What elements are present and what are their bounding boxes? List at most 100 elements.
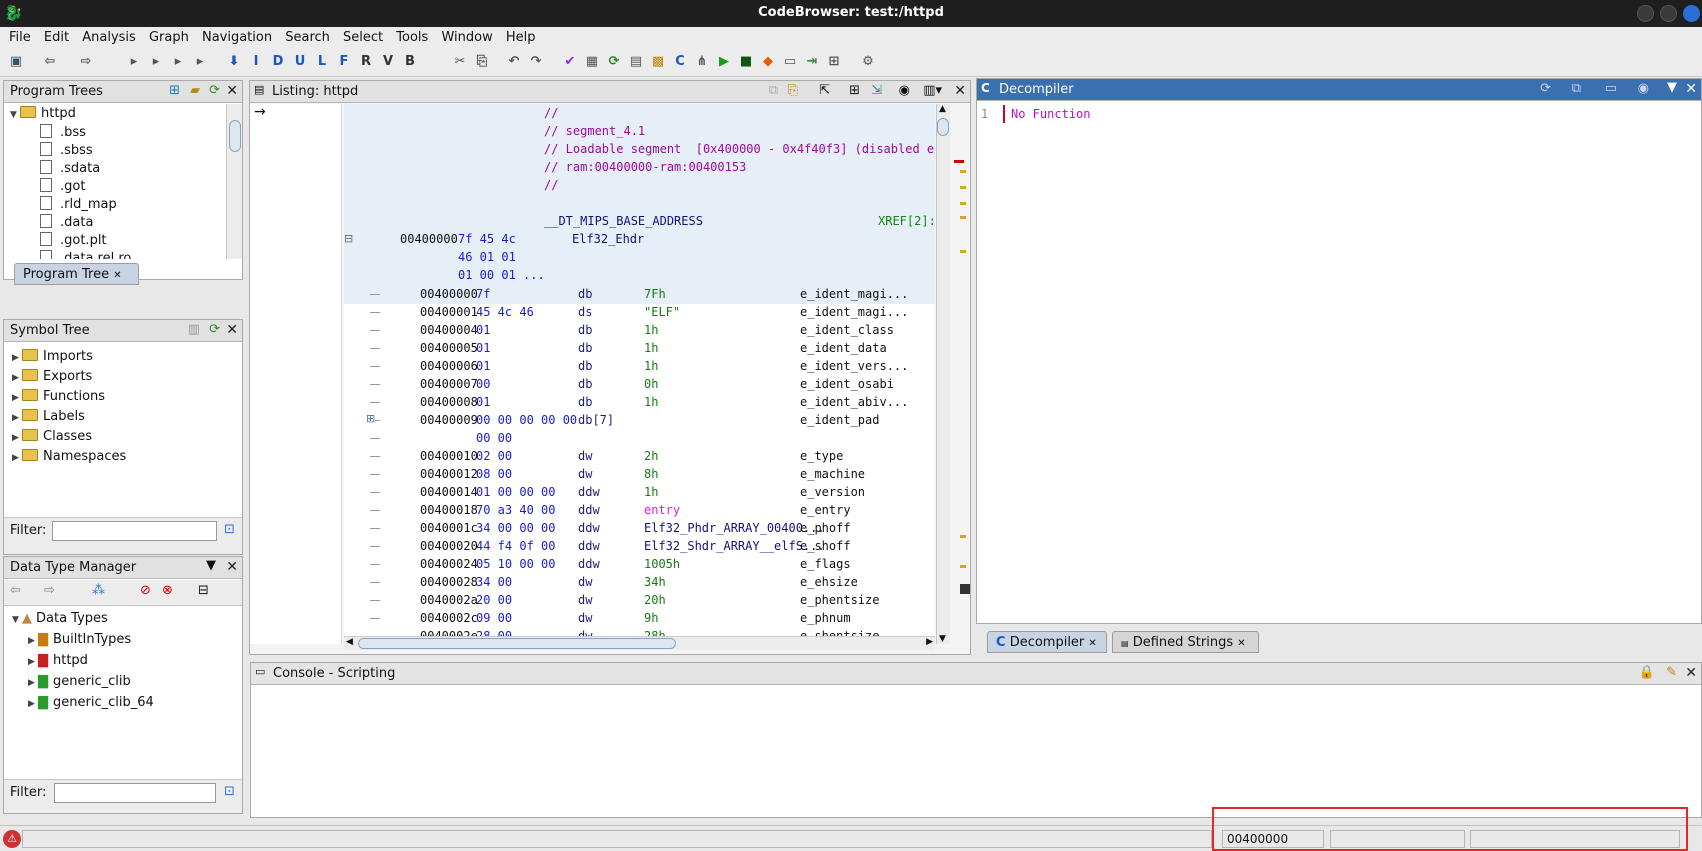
listing-row[interactable]: 0040002a 20 00 dw 20h e_phentsize: [344, 592, 935, 610]
nav-defined-data-icon[interactable]: D: [270, 54, 286, 70]
memory-icon[interactable]: ▤: [628, 54, 644, 70]
collapse-icon[interactable]: ⊟: [344, 232, 353, 245]
close-window-button[interactable]: [1683, 5, 1700, 22]
cursor-icon[interactable]: ⇱: [819, 83, 830, 98]
copy-icon[interactable]: ⧉: [1572, 81, 1581, 96]
tree-item[interactable]: .data: [40, 214, 93, 232]
nav-undefined-icon[interactable]: ▸: [148, 54, 164, 70]
close-tab-icon[interactable]: ✕: [1088, 638, 1096, 649]
tree-item[interactable]: .data.rel.ro: [40, 250, 131, 259]
nav-value-icon[interactable]: V: [380, 54, 396, 70]
copy-icon[interactable]: ⧉: [769, 83, 778, 98]
nav-function-f-icon[interactable]: F: [336, 54, 352, 70]
export-icon[interactable]: ⇥: [804, 54, 820, 70]
listing-row[interactable]: 0040001c 34 00 00 00 ddw Elf32_Phdr_ARRAY_0…: [344, 520, 935, 538]
menu-dropdown-icon[interactable]: ▼: [1667, 80, 1677, 95]
close-icon[interactable]: ✕: [1685, 665, 1697, 681]
listing-row[interactable]: 00400024 05 10 00 00 ddw 1005h e_flags: [344, 556, 935, 574]
bookmark-icon[interactable]: ◆: [760, 54, 776, 70]
tree-item[interactable]: .got: [40, 178, 85, 196]
clear-icon[interactable]: ✎: [1666, 665, 1677, 680]
listing-row[interactable]: 00400020 44 f4 0f 00 ddw Elf32_Shdr_ARRAY__…: [344, 538, 935, 556]
filter-options-icon[interactable]: ⊡: [224, 522, 235, 537]
listing-row[interactable]: 00400028 34 00 dw 34h e_ehsize: [344, 574, 935, 592]
symbol-namespaces[interactable]: ▶ Namespaces: [12, 449, 126, 467]
forward-icon[interactable]: ⇨: [78, 54, 94, 70]
filter-pointers-icon[interactable]: ⊘: [140, 583, 151, 598]
data-type-item[interactable]: ▶ ▇ generic_clib_64: [28, 695, 154, 713]
nav-label-l-icon[interactable]: L: [314, 54, 330, 70]
back-icon[interactable]: ⇦: [10, 583, 21, 598]
listing-row[interactable]: 00400007 00 db 0h e_ident_osabi: [344, 376, 935, 394]
listing-row[interactable]: 00400008 01 db 1h e_ident_abiv...: [344, 394, 935, 412]
scroll-down-icon[interactable]: ▼: [939, 634, 946, 644]
new-tree-icon[interactable]: ⊞: [169, 83, 180, 98]
maximize-button[interactable]: [1660, 5, 1677, 22]
symbol-exports[interactable]: ▶ Exports: [12, 369, 92, 387]
snapshot-icon[interactable]: ◉: [1638, 81, 1649, 96]
listing-row[interactable]: 00400005 01 db 1h e_ident_data: [344, 340, 935, 358]
redo-icon[interactable]: ↷: [528, 54, 544, 70]
data-types-root[interactable]: ▼ ▲ Data Types: [12, 611, 108, 629]
listing-row[interactable]: 00400001 45 4c 46 ds "ELF" e_ident_magi...: [344, 304, 935, 322]
listing-row[interactable]: 00 00: [344, 430, 935, 448]
listing-row[interactable]: ⊞ 00400009 00 00 00 00 00 db[7] e_ident_pad: [344, 412, 935, 430]
listing-view[interactable]: // // segment_4.1 // Loadable segment [0…: [344, 104, 935, 642]
tree-icon[interactable]: ⊞: [826, 54, 842, 70]
tree-item[interactable]: .sbss: [40, 142, 93, 160]
symbol-filter-input[interactable]: [52, 521, 217, 541]
menu-search[interactable]: Search: [285, 27, 330, 45]
nav-function-icon[interactable]: ▸: [192, 54, 208, 70]
save-icon[interactable]: ▣: [8, 54, 24, 70]
menu-help[interactable]: Help: [506, 27, 536, 45]
type-filter-icon[interactable]: ⁂: [92, 583, 105, 598]
nav-flow-icon[interactable]: R: [358, 54, 374, 70]
nav-instruction-icon[interactable]: I: [248, 54, 264, 70]
field-edit-icon[interactable]: ⊞: [849, 83, 860, 98]
expand-icon[interactable]: ⊞: [366, 412, 376, 425]
lock-icon[interactable]: 🔒: [1639, 665, 1655, 680]
program-tree-scrollbar[interactable]: [226, 104, 242, 259]
paste-icon[interactable]: ⎘: [788, 83, 798, 98]
listing-row[interactable]: 00400006 01 db 1h e_ident_vers...: [344, 358, 935, 376]
listing-row[interactable]: 0040002c 09 00 dw 9h e_phnum: [344, 610, 935, 628]
scroll-up-icon[interactable]: ▲: [939, 104, 946, 114]
listing-row[interactable]: 00400012 08 00 dw 8h e_machine: [344, 466, 935, 484]
decompiler-text[interactable]: No Function: [1011, 107, 1090, 121]
run-icon[interactable]: ▶: [716, 54, 732, 70]
create-symbol-icon[interactable]: ▥: [188, 322, 200, 337]
close-tab-icon[interactable]: ✕: [1237, 638, 1245, 649]
minimize-button[interactable]: [1637, 5, 1654, 22]
tab-program-tree[interactable]: Program Tree ✕: [14, 263, 139, 285]
export-icon[interactable]: ▭: [1605, 81, 1617, 96]
menu-file[interactable]: File: [9, 27, 31, 45]
tab-defined-strings[interactable]: ▤ Defined Strings ✕: [1112, 631, 1259, 653]
function-graph-icon[interactable]: ⋔: [694, 54, 710, 70]
undo-icon[interactable]: ↶: [506, 54, 522, 70]
listing-row[interactable]: 00400000 7f db 7Fh e_ident_magi...: [344, 286, 935, 304]
tree-item[interactable]: .got.plt: [40, 232, 107, 250]
cut-icon[interactable]: ✂: [452, 54, 468, 70]
menu-navigation[interactable]: Navigation: [202, 27, 272, 45]
menu-edit[interactable]: Edit: [44, 27, 69, 45]
filter-arrays-icon[interactable]: ⊗: [162, 583, 173, 598]
menu-analysis[interactable]: Analysis: [82, 27, 136, 45]
nav-undefined-data-icon[interactable]: U: [292, 54, 308, 70]
tab-decompiler[interactable]: C Decompiler ✕: [987, 631, 1107, 653]
listing-row[interactable]: 00400004 01 db 1h e_ident_class: [344, 322, 935, 340]
listing-hscrollbar[interactable]: ◀ ▶: [344, 636, 935, 650]
listing-row[interactable]: 00400010 02 00 dw 2h e_type: [344, 448, 935, 466]
decompiler-icon[interactable]: C: [672, 54, 688, 70]
tree-root[interactable]: ▼ httpd: [10, 106, 76, 124]
scroll-right-icon[interactable]: ▶: [926, 637, 933, 647]
back-icon[interactable]: ⇦: [42, 54, 58, 70]
tree-item[interactable]: .bss: [40, 124, 86, 142]
data-type-item[interactable]: ▶ ▇ generic_clib: [28, 674, 131, 692]
menu-graph[interactable]: Graph: [149, 27, 189, 45]
down-arrow-icon[interactable]: ⬇: [226, 54, 242, 70]
listing-row[interactable]: 00400014 01 00 00 00 ddw 1h e_version: [344, 484, 935, 502]
listing-label[interactable]: __DT_MIPS_BASE_ADDRESS: [544, 214, 703, 228]
open-folder-icon[interactable]: ▰: [190, 83, 200, 98]
close-icon[interactable]: ✕: [226, 559, 238, 575]
tree-item[interactable]: .rld_map: [40, 196, 117, 214]
